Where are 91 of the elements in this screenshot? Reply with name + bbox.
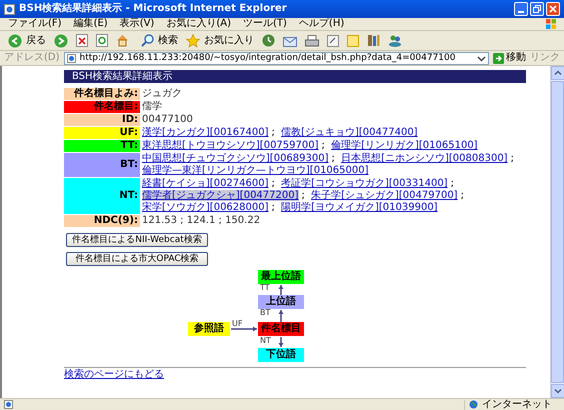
separator-text: ;: [270, 178, 276, 189]
field-value: 00477100: [142, 114, 193, 125]
go-arrow-icon: [493, 52, 504, 64]
field-label: ID:: [64, 114, 140, 126]
term-link[interactable]: 朱子学[シュシガク][00479700]: [311, 190, 458, 201]
edge-label: TT: [260, 284, 270, 292]
menu-item[interactable]: ファイル(F): [8, 19, 62, 29]
window-title: BSH検索結果詳細表示 - Microsoft Internet Explorer: [19, 4, 287, 14]
separator-text: ;: [320, 140, 326, 151]
back-link[interactable]: 検索のページにもどる: [64, 369, 164, 380]
mail-icon[interactable]: [283, 34, 297, 46]
arrow: [278, 334, 284, 350]
edge-label: NT: [260, 337, 271, 345]
browser-icon: [4, 4, 15, 14]
term-link[interactable]: 倫理学[リンリガク][01065100]: [331, 140, 478, 151]
field-label: TT:: [64, 140, 140, 152]
term-link[interactable]: 中国思想[チュウゴクシソウ][00689300]: [142, 153, 329, 164]
scrollbar[interactable]: [550, 66, 564, 398]
menu-item[interactable]: ヘルプ(H): [298, 19, 344, 29]
field-value: ジュガク: [142, 88, 182, 99]
back-button[interactable]: 戻る: [8, 34, 46, 48]
search-button[interactable]: 件名標目によるNII-Webcat検索: [66, 233, 208, 247]
separator-text: ;: [270, 202, 276, 213]
separator-text: ;: [510, 153, 515, 164]
edge-label: BT: [260, 309, 270, 317]
stop-icon[interactable]: [76, 34, 88, 47]
scroll-down-icon[interactable]: [551, 384, 564, 398]
separator-text: ;: [300, 190, 306, 201]
address-field[interactable]: http://192.168.11.233:20480/~tosyo/integration/detail_bsh.php?data_4=00477100: [64, 52, 489, 64]
term-link[interactable]: 儒教[ジュキョウ][00477400]: [281, 127, 418, 138]
restore-icon: [533, 5, 541, 13]
address-url: http://192.168.11.233:20480/~tosyo/integration/detail_bsh.php?data_4=00477100: [80, 54, 456, 62]
home-icon[interactable]: [116, 34, 129, 47]
menu-item[interactable]: お気に入り(A): [166, 19, 231, 29]
term-link[interactable]: 陽明学[ヨウメイガク][01039900]: [281, 202, 438, 213]
close-button[interactable]: [546, 2, 560, 16]
arrow: [228, 326, 260, 332]
messenger-icon[interactable]: [388, 34, 402, 47]
field-label: 件名標目よみ:: [64, 88, 140, 100]
diagram-node: 参照語: [188, 322, 230, 336]
page-icon: [66, 54, 76, 62]
history-icon[interactable]: [262, 34, 275, 47]
field-label: BT:: [64, 153, 140, 177]
zone-label: インターネット: [482, 400, 552, 410]
maximize-button[interactable]: [530, 2, 544, 16]
field-label: NT:: [64, 178, 140, 214]
refresh-icon[interactable]: [96, 34, 108, 47]
term-link[interactable]: 日本思想[ニホンシソウ][00808300]: [341, 153, 508, 164]
term-link[interactable]: 東洋思想[トウヨウシソウ][00759700]: [142, 140, 319, 151]
separator-text: ;: [270, 127, 276, 138]
term-link[interactable]: 考証学[コウショウガク][00331400]: [281, 178, 448, 189]
globe-icon: [469, 400, 478, 409]
separator-text: ;: [460, 190, 465, 201]
term-link[interactable]: 宋学[ソウガク][00628000]: [142, 202, 269, 213]
separator-text: ;: [450, 178, 455, 189]
menu-item[interactable]: ツール(T): [243, 19, 287, 29]
search-button[interactable]: 件名標目による市大OPAC検索: [66, 252, 208, 266]
menu-item[interactable]: 表示(V): [120, 19, 154, 29]
field-label: NDC(9):: [64, 215, 140, 227]
diagram-node: 上位語: [258, 295, 304, 309]
field-label: UF:: [64, 127, 140, 139]
favorites-button[interactable]: お気に入り: [186, 34, 254, 48]
address-label: アドレス(D): [4, 53, 60, 63]
minimize-button[interactable]: [514, 2, 528, 16]
windows-logo-icon: [546, 19, 556, 29]
term-link[interactable]: 漢学[カンガク][00167400]: [142, 127, 269, 138]
research-icon[interactable]: [367, 34, 380, 47]
star-icon: [186, 34, 200, 48]
field-value: 儒学: [142, 101, 162, 112]
term-link[interactable]: 倫理学—東洋[リンリガク—トウヨウ][01065000]: [142, 165, 369, 176]
term-link[interactable]: 儒学者[ジュガクシャ][00477200]: [142, 190, 299, 201]
menu-item[interactable]: 編集(E): [74, 19, 108, 29]
search-button[interactable]: 検索: [141, 34, 178, 47]
printer-icon[interactable]: [305, 34, 319, 46]
separator-text: ;: [330, 153, 336, 164]
close-icon: [549, 5, 557, 13]
diagram-node: 下位語: [258, 348, 304, 362]
edge-label: UF: [232, 320, 242, 328]
go-button[interactable]: 移動: [493, 52, 526, 64]
diagram-node: 最上位語: [258, 270, 304, 284]
term-link[interactable]: 経書[ケイショ][00274600]: [142, 178, 269, 189]
page-heading: BSH検索結果詳細表示: [64, 70, 526, 83]
field-label: 件名標目:: [64, 101, 140, 113]
edit-icon[interactable]: [327, 34, 339, 46]
page-icon: [4, 400, 13, 409]
scroll-up-icon[interactable]: [551, 66, 564, 80]
diagram-node: 件名標目: [258, 322, 304, 336]
field-value: 121.53 ; 124.1 ; 150.22: [142, 215, 260, 226]
dropdown-icon[interactable]: [477, 54, 486, 62]
minimize-icon: [518, 11, 524, 13]
search-icon: [141, 34, 154, 47]
